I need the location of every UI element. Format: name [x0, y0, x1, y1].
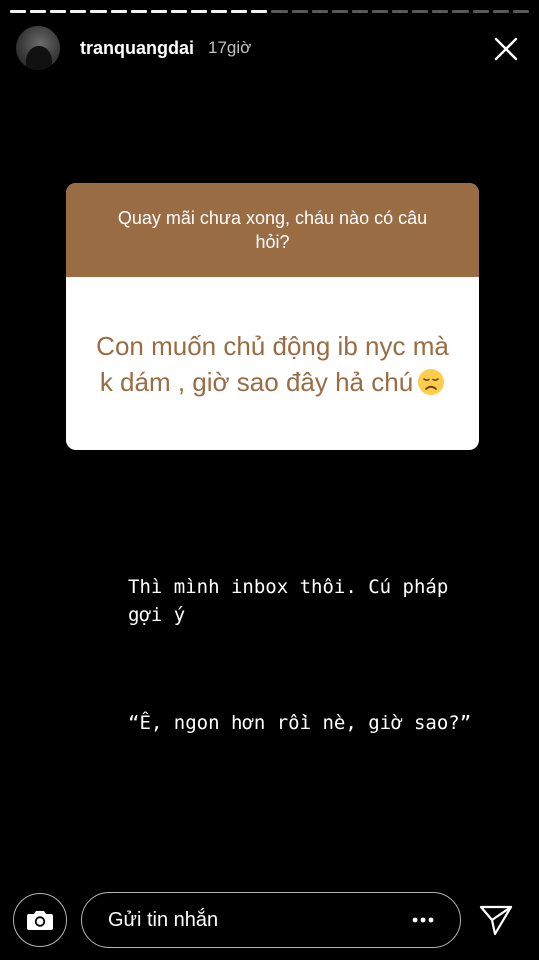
username[interactable]: tranquangdai [80, 38, 194, 59]
close-icon [494, 37, 518, 61]
message-placeholder: Gửi tin nhắn [108, 908, 219, 931]
progress-segment [412, 10, 429, 13]
story-text-line-2: “Ê, ngon hơn rồi nè, giờ sao?” [128, 712, 472, 734]
progress-segment [10, 10, 27, 13]
avatar[interactable] [16, 26, 60, 70]
progress-segment [110, 10, 127, 13]
post-time: 17giờ [208, 38, 252, 57]
progress-segment [50, 10, 67, 13]
message-bar: Gửi tin nhắn [0, 888, 539, 950]
story-progress-bar [10, 10, 529, 13]
progress-segment [70, 10, 87, 13]
progress-segment [351, 10, 368, 13]
progress-segment [291, 10, 308, 13]
question-sticker: Quay mãi chưa xong, cháu nào có câu hỏi?… [66, 183, 479, 450]
question-answer: Con muốn chủ động ib nyc mà k dám , giờ … [96, 330, 449, 397]
progress-segment [90, 10, 107, 13]
progress-segment [512, 10, 529, 13]
progress-segment [231, 10, 248, 13]
progress-segment [371, 10, 389, 13]
close-button[interactable] [493, 36, 519, 62]
send-button[interactable] [479, 904, 513, 936]
progress-segment [331, 10, 348, 13]
progress-segment [271, 10, 288, 13]
more-options-icon[interactable] [412, 916, 434, 924]
progress-segment [432, 10, 449, 13]
paper-plane-icon [479, 905, 513, 936]
question-answer-box: Con muốn chủ động ib nyc mà k dám , giờ … [66, 277, 479, 450]
progress-segment [492, 10, 509, 13]
progress-segment [190, 10, 208, 13]
progress-segment [392, 10, 409, 13]
progress-segment [130, 10, 147, 13]
message-input[interactable]: Gửi tin nhắn [81, 892, 461, 948]
story-text: Thì mình inbox thôi. Cú pháp gợi ý “Ê, n… [128, 517, 488, 789]
camera-button[interactable] [13, 893, 67, 947]
progress-segment [472, 10, 489, 13]
story-header: tranquangdai 17giờ [16, 24, 523, 72]
progress-segment [452, 10, 469, 13]
progress-segment [211, 10, 228, 13]
camera-icon [27, 911, 53, 930]
progress-segment [170, 10, 187, 13]
progress-segment [311, 10, 328, 13]
progress-segment [30, 10, 47, 13]
progress-segment [251, 10, 268, 13]
question-prompt: Quay mãi chưa xong, cháu nào có câu hỏi? [66, 183, 479, 277]
disappointed-face-icon [418, 368, 445, 395]
progress-segment [150, 10, 167, 13]
story-text-line-1: Thì mình inbox thôi. Cú pháp gợi ý [128, 576, 460, 626]
